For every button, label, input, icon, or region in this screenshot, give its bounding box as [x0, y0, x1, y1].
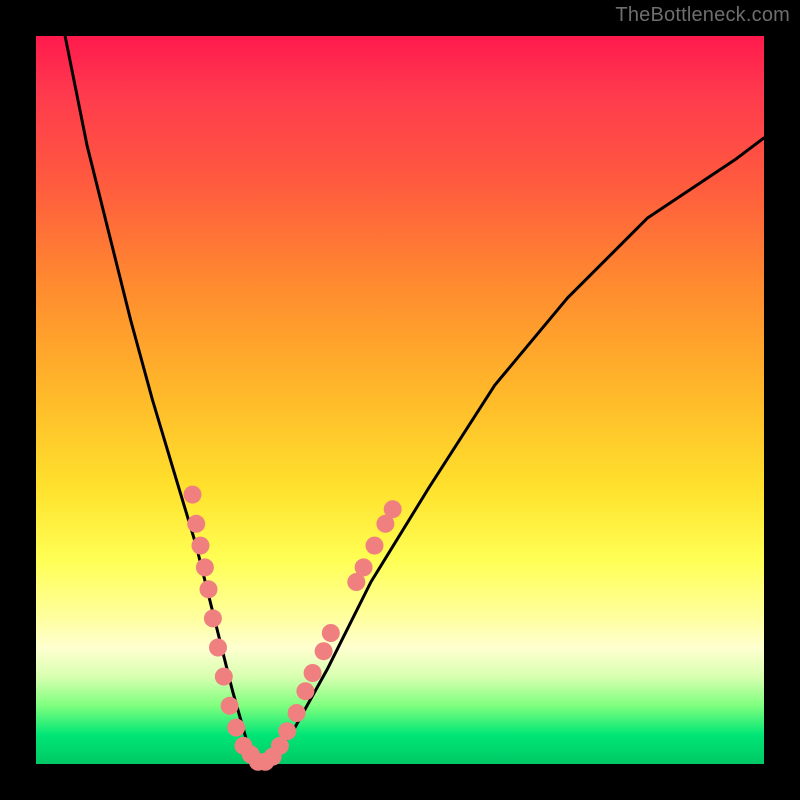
highlight-point [296, 682, 314, 700]
bottleneck-curve [65, 36, 764, 764]
chart-svg [36, 36, 764, 764]
plot-area [36, 36, 764, 764]
highlight-point [204, 609, 222, 627]
highlight-point [215, 668, 233, 686]
highlight-point [278, 722, 296, 740]
highlight-point [304, 664, 322, 682]
highlight-point [200, 580, 218, 598]
highlight-point [184, 486, 202, 504]
highlight-point [322, 624, 340, 642]
watermark-text: TheBottleneck.com [615, 4, 790, 27]
highlight-point [355, 558, 373, 576]
highlight-point [227, 719, 245, 737]
highlight-point [366, 537, 384, 555]
chart-stage: TheBottleneck.com [0, 0, 800, 800]
curve-layer [65, 36, 764, 764]
highlight-point [209, 639, 227, 657]
highlight-point [315, 642, 333, 660]
highlight-point [288, 704, 306, 722]
highlight-point [196, 558, 214, 576]
highlight-point [192, 537, 210, 555]
highlight-point [221, 697, 239, 715]
highlight-point [384, 500, 402, 518]
highlight-point [187, 515, 205, 533]
